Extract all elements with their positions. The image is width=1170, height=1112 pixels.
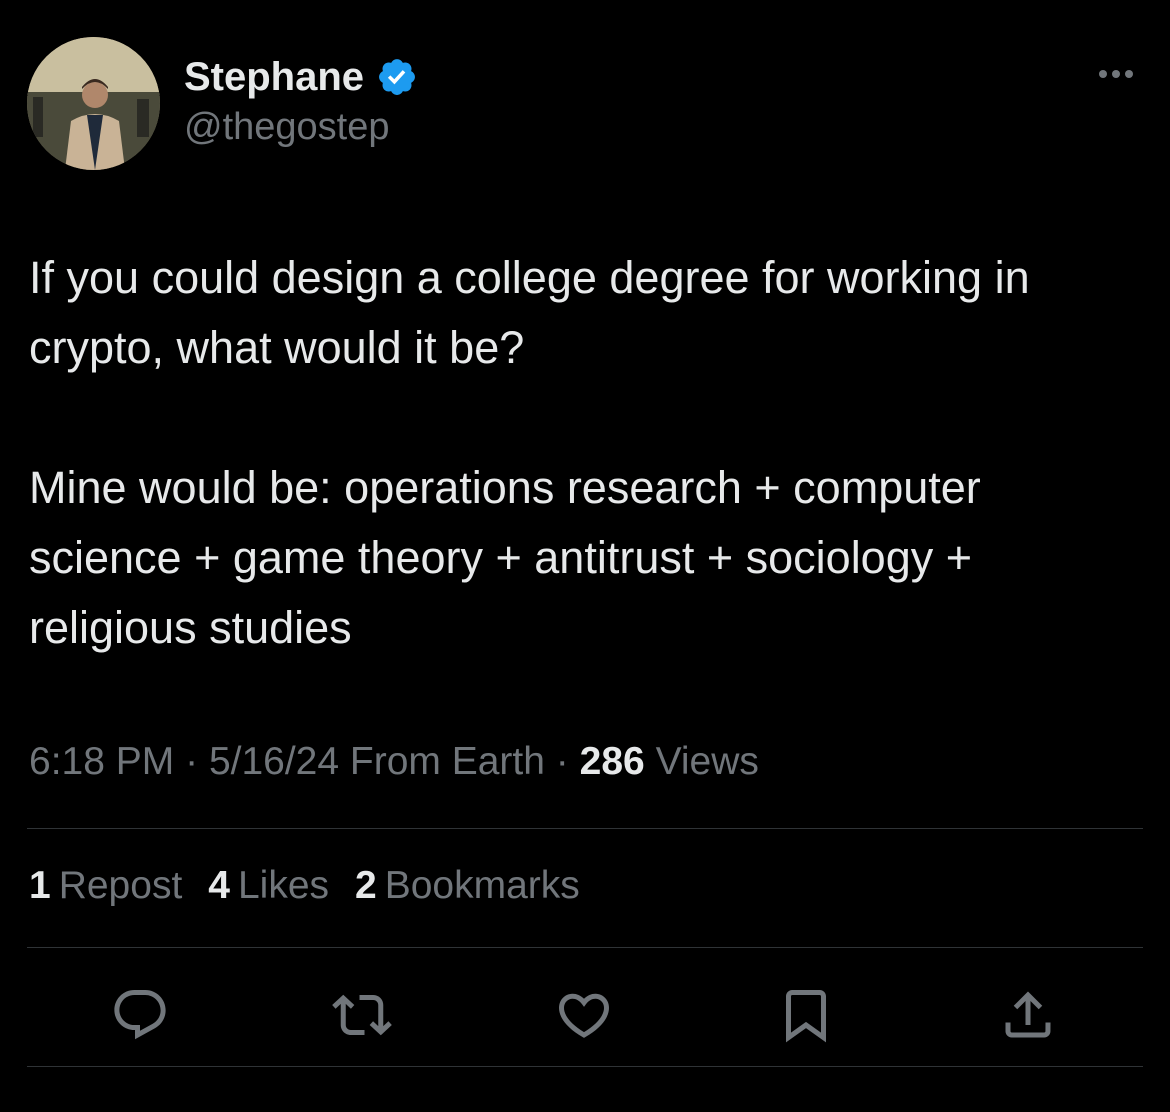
action-bar: [0, 980, 1170, 1050]
repost-label: Repost: [58, 864, 183, 907]
share-icon: [1005, 991, 1051, 1038]
tweet-text: If you could design a college degree for…: [29, 243, 1139, 663]
author-handle[interactable]: @thegostep: [184, 106, 390, 149]
bookmarks-count: 2: [355, 864, 377, 907]
tweet-meta: 6:18 PM · 5/16/24 From Earth · 286 Views: [29, 740, 759, 784]
engagement-stats: 1 Repost 4 Likes 2 Bookmarks: [29, 864, 580, 908]
share-button[interactable]: [993, 980, 1063, 1050]
bookmark-icon: [786, 990, 826, 1043]
divider: [27, 828, 1143, 829]
bookmarks-label: Bookmarks: [384, 864, 580, 907]
bookmark-button[interactable]: [771, 980, 841, 1050]
like-button[interactable]: [549, 980, 619, 1050]
heart-icon: [558, 993, 610, 1038]
meta-separator: ·: [555, 740, 569, 783]
likes-count: 4: [208, 864, 230, 907]
views-label: Views: [655, 740, 759, 783]
repost-button[interactable]: [327, 980, 397, 1050]
bookmarks-stat[interactable]: 2 Bookmarks: [355, 864, 580, 908]
reply-button[interactable]: [105, 980, 175, 1050]
tweet-paragraph: Mine would be: operations research + com…: [29, 462, 994, 653]
more-icon[interactable]: [1094, 62, 1138, 86]
avatar[interactable]: [27, 37, 160, 170]
repost-count: 1: [29, 864, 51, 907]
meta-separator: ·: [185, 740, 199, 783]
tweet-paragraph: If you could design a college degree for…: [29, 252, 1043, 373]
tweet-date[interactable]: 5/16/24: [209, 740, 339, 783]
tweet-source: From Earth: [349, 740, 545, 783]
reply-icon: [114, 990, 166, 1040]
tweet-time[interactable]: 6:18 PM: [29, 740, 174, 783]
likes-label: Likes: [237, 864, 330, 907]
views-count: 286: [579, 740, 645, 783]
repost-stat[interactable]: 1 Repost: [29, 864, 182, 908]
likes-stat[interactable]: 4 Likes: [208, 864, 329, 908]
divider: [27, 947, 1143, 948]
repost-icon: [332, 994, 392, 1036]
verified-badge-icon: [379, 59, 415, 95]
author-name[interactable]: Stephane: [184, 55, 364, 100]
divider: [27, 1066, 1143, 1067]
